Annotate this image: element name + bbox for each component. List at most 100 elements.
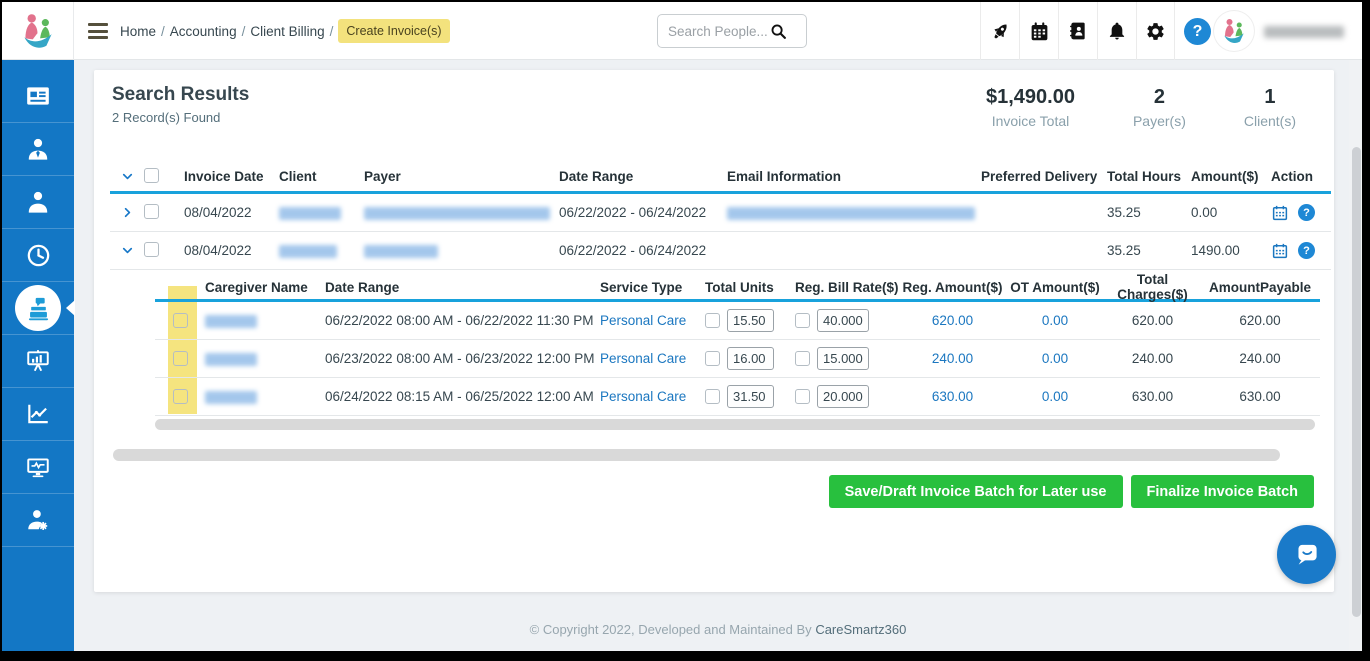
toolbar	[980, 2, 1175, 60]
total-units-input[interactable]	[727, 347, 774, 370]
caregiver-name-redacted[interactable]	[205, 391, 257, 404]
sidebar-item-scheduling[interactable]	[2, 229, 74, 282]
caregiver-name-redacted[interactable]	[205, 315, 257, 328]
sidebar-item-admin[interactable]	[2, 494, 74, 547]
breadcrumb-create-invoices[interactable]: Create Invoice(s)	[338, 19, 449, 43]
invoice-row: 08/04/2022 06/22/2022 - 06/24/2022 35.25…	[110, 232, 1331, 270]
finalize-batch-button[interactable]: Finalize Invoice Batch	[1131, 475, 1315, 508]
client-name-redacted[interactable]	[279, 207, 341, 220]
save-draft-batch-button[interactable]: Save/Draft Invoice Batch for Later use	[829, 475, 1123, 508]
person-icon	[25, 189, 51, 215]
rocket-icon[interactable]	[980, 2, 1019, 60]
help-icon[interactable]: ?	[1184, 18, 1211, 45]
visit-row: 06/22/2022 08:00 AM - 06/22/2022 11:30 P…	[155, 302, 1320, 340]
row-checkbox[interactable]	[144, 242, 159, 257]
client-name-redacted[interactable]	[279, 245, 337, 258]
people-search	[657, 14, 807, 48]
sidebar-item-dashboard[interactable]	[2, 70, 74, 123]
page-title: Search Results	[112, 84, 249, 106]
user-name-redacted[interactable]	[1264, 26, 1344, 38]
sidebar-item-analytics[interactable]	[2, 388, 74, 441]
chat-widget-button[interactable]	[1277, 525, 1336, 584]
schedule-action-icon[interactable]	[1271, 242, 1289, 260]
payer-name-redacted[interactable]	[364, 245, 438, 258]
select-all-checkbox[interactable]	[144, 168, 159, 183]
line-chart-icon	[25, 401, 51, 427]
stat-invoice-total: $1,490.00 Invoice Total	[986, 86, 1075, 129]
brand-link[interactable]: CareSmartz360	[815, 622, 906, 637]
expand-row-chevron-icon[interactable]	[110, 205, 144, 220]
row-help-icon[interactable]: ?	[1298, 242, 1315, 259]
row-checkbox[interactable]	[144, 204, 159, 219]
sidebar-item-caregivers[interactable]	[2, 123, 74, 176]
bill-rate-input[interactable]	[817, 347, 869, 370]
reg-amount-link[interactable]: 620.00	[900, 313, 1005, 328]
units-lock-checkbox[interactable]	[705, 389, 720, 404]
schedule-action-icon[interactable]	[1271, 204, 1289, 222]
app-logo[interactable]	[2, 2, 74, 60]
contacts-icon[interactable]	[1058, 2, 1097, 60]
copyright-footer: © Copyright 2022, Developed and Maintain…	[74, 622, 1362, 637]
summary-stats: $1,490.00 Invoice Total 2 Payer(s) 1 Cli…	[986, 86, 1296, 129]
page-vscrollbar-thumb[interactable]	[1352, 147, 1361, 617]
active-item-bubble	[15, 285, 61, 331]
sidebar-item-monitoring[interactable]	[2, 441, 74, 494]
clock-icon	[25, 242, 52, 269]
sidebar-item-clients[interactable]	[2, 176, 74, 229]
breadcrumb-home[interactable]: Home	[120, 24, 156, 39]
user-avatar[interactable]	[1214, 11, 1254, 51]
search-icon[interactable]	[770, 23, 787, 40]
page-vscrollbar-track	[1349, 60, 1362, 651]
ot-amount-link[interactable]: 0.00	[1005, 389, 1105, 404]
payer-name-redacted[interactable]	[364, 207, 550, 220]
caresmartz-logo-icon	[17, 10, 59, 52]
sidebar-item-reports[interactable]	[2, 335, 74, 388]
action-cell: ?	[1271, 204, 1331, 222]
sidebar-item-accounting[interactable]	[2, 282, 74, 335]
service-type-link[interactable]: Personal Care	[600, 351, 686, 366]
active-item-arrow	[66, 300, 75, 316]
breadcrumb-client-billing[interactable]: Client Billing	[250, 24, 324, 39]
rate-lock-checkbox[interactable]	[795, 351, 810, 366]
monitor-icon	[25, 454, 51, 480]
bill-rate-input[interactable]	[817, 385, 869, 408]
rate-lock-checkbox[interactable]	[795, 313, 810, 328]
breadcrumb: Home / Accounting / Client Billing / Cre…	[120, 2, 450, 60]
visit-detail-table: Caregiver Name Date Range Service Type T…	[155, 272, 1320, 416]
visit-checkbox[interactable]	[173, 313, 188, 328]
invoice-table-hscrollbar[interactable]	[113, 449, 1280, 461]
newspaper-icon	[25, 83, 51, 109]
visit-row: 06/23/2022 08:00 AM - 06/23/2022 12:00 P…	[155, 340, 1320, 378]
row-help-icon[interactable]: ?	[1298, 204, 1315, 221]
breadcrumb-accounting[interactable]: Accounting	[170, 24, 237, 39]
sidebar-nav	[2, 60, 74, 651]
reg-amount-link[interactable]: 240.00	[900, 351, 1005, 366]
visit-checkbox[interactable]	[173, 351, 188, 366]
invoice-row: 08/04/2022 06/22/2022 - 06/24/2022 35.25…	[110, 194, 1331, 232]
ot-amount-link[interactable]: 0.00	[1005, 351, 1105, 366]
units-lock-checkbox[interactable]	[705, 351, 720, 366]
calendar-icon[interactable]	[1019, 2, 1058, 60]
caregiver-name-redacted[interactable]	[205, 353, 257, 366]
total-units-input[interactable]	[727, 309, 774, 332]
detail-table-hscrollbar[interactable]	[155, 419, 1315, 430]
total-units-input[interactable]	[727, 385, 774, 408]
search-input[interactable]	[658, 24, 770, 39]
menu-toggle-icon[interactable]	[88, 23, 108, 39]
collapse-all-chevron-icon[interactable]	[110, 169, 144, 184]
units-lock-checkbox[interactable]	[705, 313, 720, 328]
stat-clients: 1 Client(s)	[1244, 86, 1296, 129]
visit-checkbox[interactable]	[173, 389, 188, 404]
top-bar: Home / Accounting / Client Billing / Cre…	[2, 2, 1362, 60]
service-type-link[interactable]: Personal Care	[600, 313, 686, 328]
collapse-row-chevron-icon[interactable]	[110, 243, 144, 258]
settings-icon[interactable]	[1136, 2, 1175, 60]
bill-rate-input[interactable]	[817, 309, 869, 332]
notifications-icon[interactable]	[1097, 2, 1136, 60]
reg-amount-link[interactable]: 630.00	[900, 389, 1005, 404]
service-type-link[interactable]: Personal Care	[600, 389, 686, 404]
person-tie-icon	[25, 136, 51, 162]
rate-lock-checkbox[interactable]	[795, 389, 810, 404]
ot-amount-link[interactable]: 0.00	[1005, 313, 1105, 328]
invoice-table: Invoice Date Client Payer Date Range Ema…	[110, 162, 1331, 270]
